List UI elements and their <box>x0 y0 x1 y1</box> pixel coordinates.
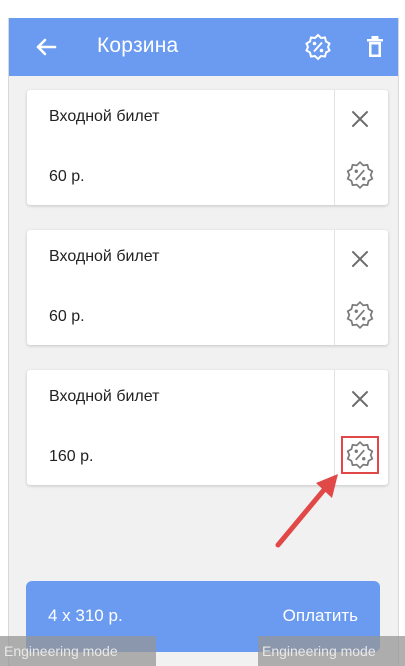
remove-item-button[interactable] <box>347 246 373 272</box>
divider <box>334 90 335 205</box>
close-icon <box>352 111 368 127</box>
trash-button[interactable] <box>360 32 390 62</box>
discount-button[interactable] <box>303 32 333 62</box>
percent-badge-icon <box>346 160 374 190</box>
page-title: Корзина <box>97 34 179 57</box>
percent-badge-icon <box>346 300 374 330</box>
item-name: Входной билет <box>49 388 160 405</box>
item-discount-button[interactable] <box>344 159 376 191</box>
close-icon <box>352 251 368 267</box>
cart-item[interactable]: Входной билет 60 р. <box>27 90 388 205</box>
app-window: Корзина Входной билет 60 р. Входной биле… <box>8 18 399 666</box>
remove-item-button[interactable] <box>347 386 373 412</box>
close-icon <box>352 391 368 407</box>
item-price: 60 р. <box>49 168 85 185</box>
item-name: Входной билет <box>49 248 160 265</box>
item-price: 60 р. <box>49 308 85 325</box>
percent-badge-icon <box>305 33 331 61</box>
divider <box>334 370 335 485</box>
remove-item-button[interactable] <box>347 106 373 132</box>
app-bar: Корзина <box>9 18 398 76</box>
cart-item[interactable]: Входной билет 160 р. <box>27 370 388 485</box>
status-bar <box>0 0 405 18</box>
cart-item[interactable]: Входной билет 60 р. <box>27 230 388 345</box>
percent-badge-icon <box>346 440 374 470</box>
trash-icon <box>367 36 383 57</box>
annotation-arrow-icon <box>275 474 338 548</box>
divider <box>334 230 335 345</box>
item-name: Входной билет <box>49 108 160 125</box>
screen: Корзина Входной билет 60 р. Входной биле… <box>0 0 405 666</box>
item-price: 160 р. <box>49 448 94 465</box>
arrow-left-icon <box>36 38 57 56</box>
item-discount-button[interactable] <box>344 299 376 331</box>
back-button[interactable] <box>31 32 61 62</box>
engineering-mode-label: Engineering mode <box>0 636 156 666</box>
engineering-mode-label: Engineering mode <box>258 636 405 666</box>
order-total: 4 x 310 р. <box>48 606 123 625</box>
item-discount-button[interactable] <box>341 436 379 474</box>
pay-button-label: Оплатить <box>282 606 358 625</box>
